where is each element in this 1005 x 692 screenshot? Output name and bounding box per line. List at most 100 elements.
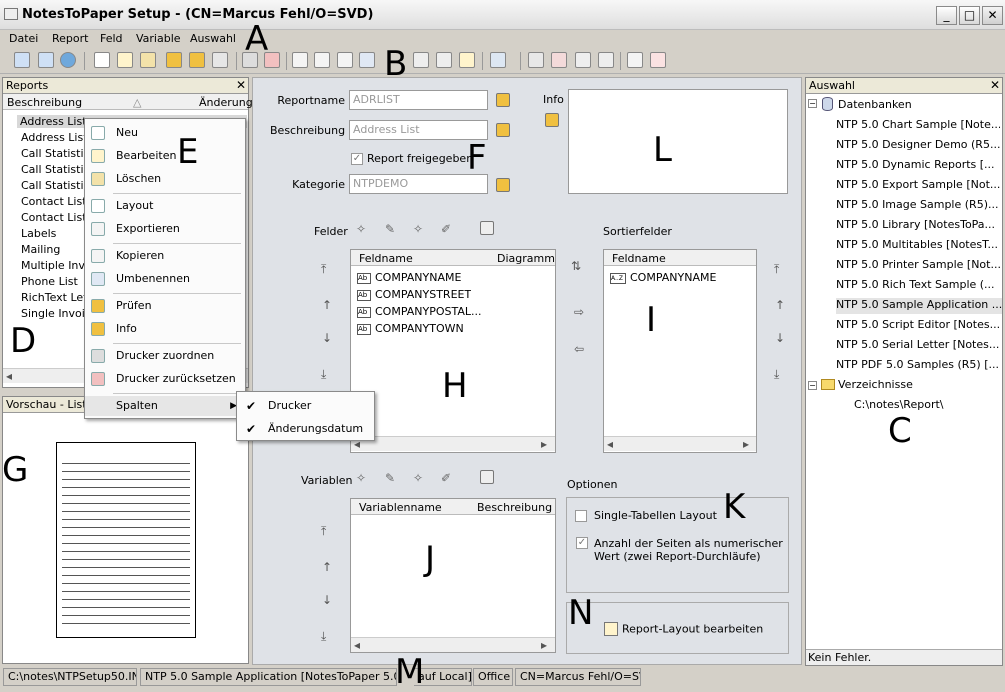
felder-hscrollbar[interactable]: ◂ ▸	[351, 436, 555, 451]
variable-delete-icon[interactable]: ✐	[441, 471, 455, 485]
submenu-item-aenderungsdatum[interactable]: ✔ Änderungsdatum	[237, 419, 374, 439]
new-icon[interactable]	[94, 52, 110, 68]
field-delete-icon[interactable]: ✐	[441, 222, 455, 236]
scroll-right-icon[interactable]: ▸	[743, 437, 749, 451]
menu-item-bearbeiten[interactable]: Bearbeiten	[85, 146, 245, 166]
move-right-icon[interactable]: ⇨	[574, 305, 584, 319]
list-item[interactable]: Phone List	[21, 275, 78, 288]
database-item[interactable]: NTP 5.0 Export Sample [Not...	[836, 178, 1000, 194]
move-down-icon[interactable]: ↓	[322, 593, 332, 607]
beschreibung-field[interactable]: Address List	[349, 120, 488, 140]
column-variablenname[interactable]: Variablenname	[359, 501, 442, 514]
close-icon[interactable]: ✕	[236, 78, 246, 93]
maximize-button[interactable]: □	[959, 6, 980, 25]
column-aenderung[interactable]: Änderungs	[199, 96, 258, 109]
column-feldname[interactable]: Feldname	[612, 252, 666, 265]
database-item-selected[interactable]: NTP 5.0 Sample Application ...	[836, 298, 1002, 314]
database-item[interactable]: NTP PDF 5.0 Samples (R5) [...	[836, 358, 1000, 374]
menu-auswahl[interactable]: Auswahl	[190, 32, 236, 45]
list-item[interactable]: Call Statistic	[21, 163, 90, 176]
list-item[interactable]: Mailing	[21, 243, 60, 256]
list-item[interactable]: Ab COMPANYSTREET	[357, 288, 471, 301]
field-copy-icon[interactable]: ✧	[413, 222, 427, 236]
database-item[interactable]: NTP 5.0 Multitables [NotesT...	[836, 238, 1000, 254]
database-item[interactable]: NTP 5.0 Script Editor [Notes...	[836, 318, 1000, 334]
copy-icon[interactable]	[337, 52, 353, 68]
database-item[interactable]: NTP 5.0 Rich Text Sample (...	[836, 278, 1000, 294]
numeric-pages-checkbox[interactable]: ✓	[576, 537, 588, 549]
view-menu-icon[interactable]	[490, 52, 506, 68]
menu-item-pruefen[interactable]: Prüfen	[85, 296, 245, 316]
menu-datei[interactable]: Datei	[9, 32, 38, 45]
menu-item-spalten[interactable]: Spalten ▶	[85, 396, 245, 416]
clipboard-icon[interactable]	[545, 113, 559, 127]
close-button[interactable]: ✕	[982, 6, 1003, 25]
wizard-icon[interactable]	[212, 52, 228, 68]
clipboard-icon[interactable]	[496, 123, 510, 137]
exit-icon[interactable]	[14, 52, 30, 68]
field-new-icon[interactable]	[413, 52, 429, 68]
close-icon[interactable]: ✕	[990, 78, 1000, 93]
scroll-left-icon[interactable]: ◂	[607, 437, 613, 451]
move-up-icon[interactable]: ↑	[322, 560, 332, 574]
menu-item-exportieren[interactable]: Exportieren	[85, 219, 245, 239]
list-item[interactable]: A..Z COMPANYNAME	[610, 271, 716, 284]
menu-item-kopieren[interactable]: Kopieren	[85, 246, 245, 266]
edit-layout-button[interactable]: Report-Layout bearbeiten	[604, 622, 763, 640]
move-down-icon[interactable]: ↓	[775, 331, 785, 345]
database-variable-icon[interactable]	[480, 470, 494, 484]
collapse-icon[interactable]: −	[808, 99, 817, 108]
list-item[interactable]: Call Statistic	[21, 179, 90, 192]
info-textarea[interactable]	[568, 89, 788, 194]
list-item[interactable]: RichText Lett	[21, 291, 92, 304]
table-icon[interactable]	[650, 52, 666, 68]
move-bottom-icon[interactable]: ⤓	[321, 367, 326, 382]
database-item[interactable]: NTP 5.0 Image Sample (R5)...	[836, 198, 1000, 214]
list-item[interactable]: Ab COMPANYPOSTAL...	[357, 305, 482, 318]
clipboard-icon[interactable]	[496, 93, 510, 107]
sortierfelder-hscrollbar[interactable]: ◂ ▸	[604, 436, 756, 451]
field-add-icon[interactable]: ✧	[356, 222, 370, 236]
collapse-icon[interactable]: −	[808, 381, 817, 390]
database-item[interactable]: NTP 5.0 Chart Sample [Note...	[836, 118, 1000, 134]
directories-node[interactable]: Verzeichnisse	[838, 378, 913, 391]
menu-item-drucker-zuruecksetzen[interactable]: Drucker zurücksetzen	[85, 369, 245, 389]
field-edit-icon[interactable]: ✎	[385, 222, 399, 236]
move-left-icon[interactable]: ⇦	[574, 342, 584, 356]
scroll-right-icon[interactable]: ▸	[541, 638, 547, 652]
menu-variable[interactable]: Variable	[136, 32, 181, 45]
sort-ascending-icon[interactable]: ⇅	[571, 259, 581, 273]
erase-icon[interactable]	[140, 52, 156, 68]
database-item[interactable]: NTP 5.0 Printer Sample [Not...	[836, 258, 1000, 274]
info-icon[interactable]	[189, 52, 205, 68]
database-item[interactable]: NTP 5.0 Library [NotesToPa...	[836, 218, 1000, 234]
field-copy-icon[interactable]	[436, 52, 452, 68]
reportname-field[interactable]: ADRLIST	[349, 90, 488, 110]
variablen-hscrollbar[interactable]: ◂ ▸	[351, 637, 555, 652]
submenu-item-drucker[interactable]: ✔ Drucker	[237, 396, 374, 416]
import-icon[interactable]	[292, 52, 308, 68]
database-item[interactable]: NTP 5.0 Serial Letter [Notes...	[836, 338, 1000, 354]
move-up-icon[interactable]: ↑	[775, 298, 785, 312]
move-up-icon[interactable]: ↑	[322, 298, 332, 312]
column-diagramm[interactable]: Diagramm	[497, 252, 555, 265]
scroll-right-icon[interactable]: ▸	[541, 437, 547, 451]
move-top-icon[interactable]: ⤒	[321, 262, 326, 277]
variable-edit-icon[interactable]: ✎	[385, 471, 399, 485]
list-item[interactable]: Contact List	[21, 195, 87, 208]
window-icon[interactable]	[38, 52, 54, 68]
databases-node[interactable]: Datenbanken	[838, 98, 912, 111]
directory-item[interactable]: C:\notes\Report\	[854, 398, 994, 414]
single-layout-checkbox[interactable]	[575, 510, 587, 522]
move-top-icon[interactable]: ⤒	[774, 262, 779, 277]
menu-item-loeschen[interactable]: Löschen	[85, 169, 245, 189]
folder-up-icon[interactable]	[575, 52, 591, 68]
scroll-left-icon[interactable]: ◂	[6, 369, 12, 383]
move-bottom-icon[interactable]: ⤓	[321, 629, 326, 644]
move-top-icon[interactable]: ⤒	[321, 524, 326, 539]
folder-out-icon[interactable]	[598, 52, 614, 68]
menu-item-info[interactable]: Info	[85, 319, 245, 339]
menu-feld[interactable]: Feld	[100, 32, 123, 45]
menu-item-drucker-zuordnen[interactable]: Drucker zuordnen	[85, 346, 245, 366]
column-beschreibung[interactable]: Beschreibung	[7, 96, 82, 109]
